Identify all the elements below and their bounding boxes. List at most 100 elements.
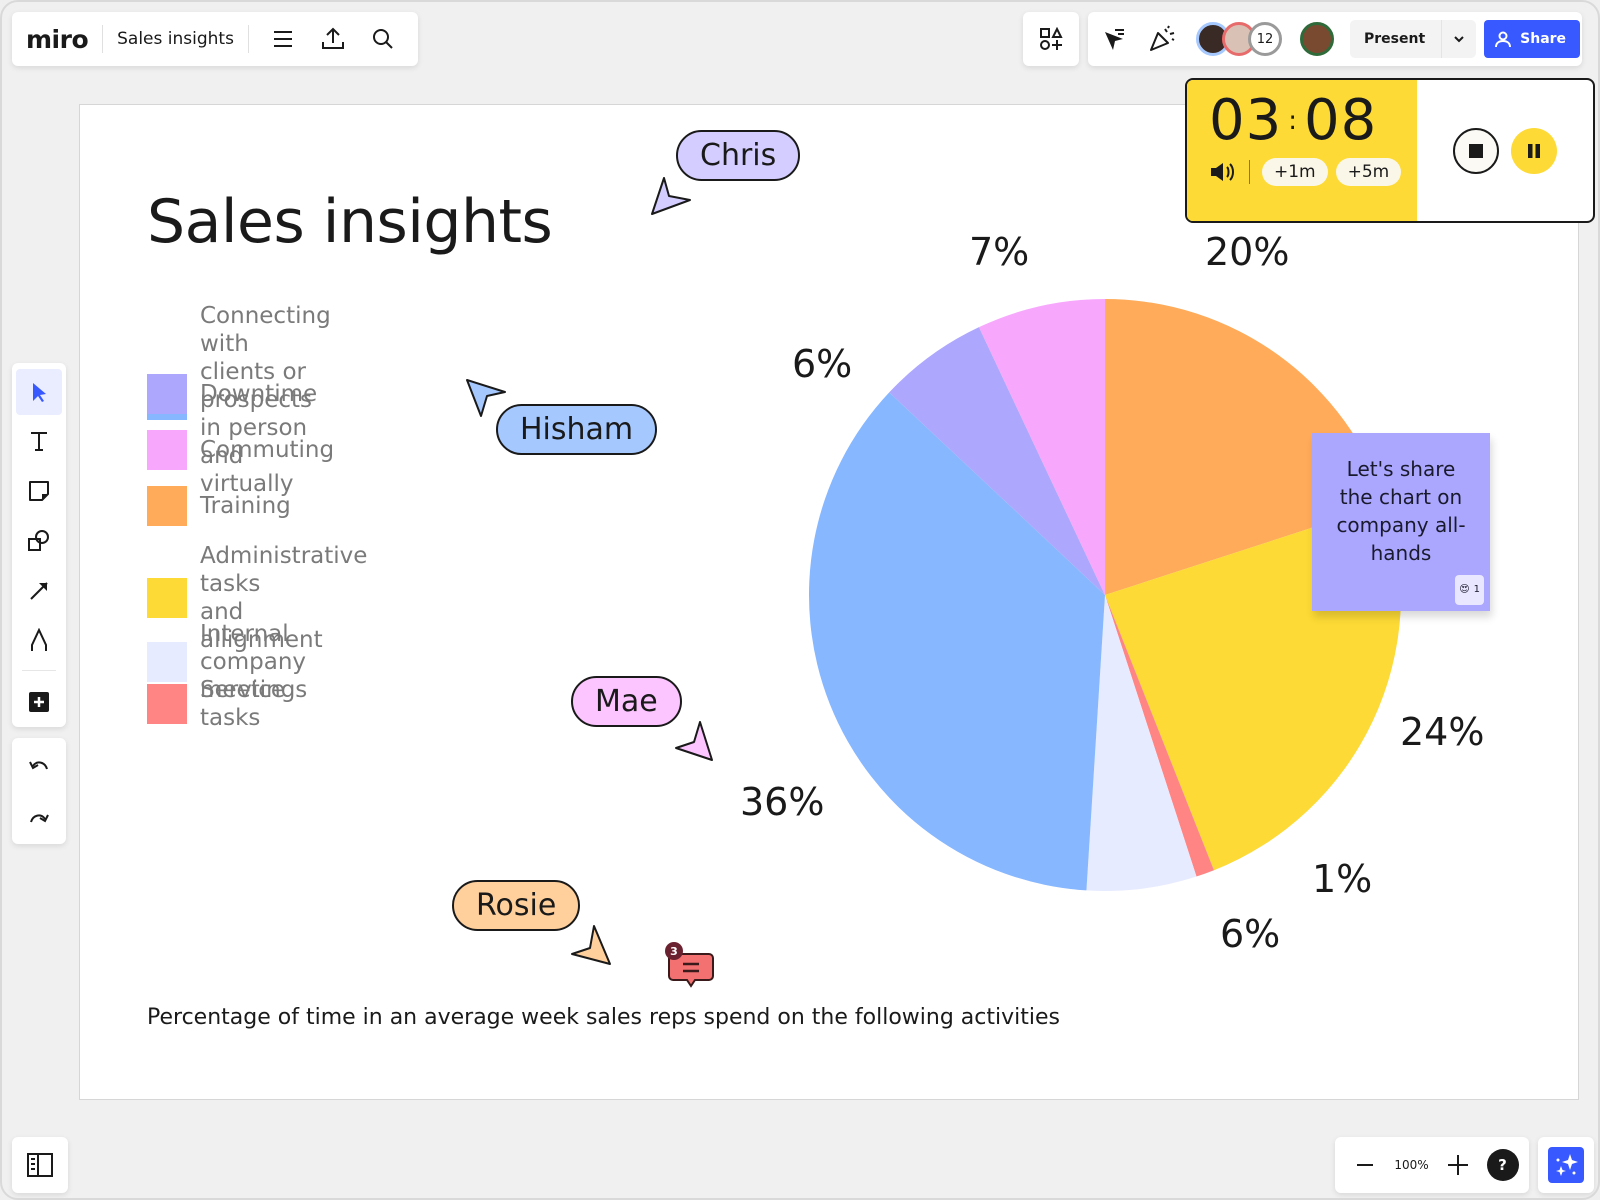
more-tools-button[interactable] — [16, 679, 62, 725]
legend-item: Service tasks — [147, 676, 285, 732]
connector-tool[interactable] — [16, 567, 62, 613]
sound-button[interactable] — [1209, 160, 1237, 184]
timer-minutes: 03 — [1209, 88, 1283, 153]
cursor-label-chris: Chris — [676, 130, 801, 181]
cursor-label-mae: Mae — [571, 676, 682, 727]
ai-assist — [1548, 1147, 1584, 1183]
reaction-count: 1 — [1473, 584, 1480, 595]
apps-button[interactable] — [1023, 12, 1079, 66]
shapes-icon — [28, 529, 49, 551]
zoom-out-button[interactable] — [1345, 1145, 1385, 1185]
heart-eyes-emoji-icon: 😍 — [1459, 584, 1470, 595]
pen-tool[interactable] — [16, 617, 62, 663]
shapes-tool[interactable] — [16, 518, 62, 564]
divider — [247, 25, 249, 53]
speaker-icon — [1211, 163, 1234, 181]
undo-icon — [29, 760, 48, 769]
add-5-minutes-button[interactable]: +5m — [1335, 158, 1402, 186]
pct-label-downtime: 6% — [792, 342, 853, 386]
board-title: Sales insights — [147, 187, 553, 257]
legend-label: Training — [200, 493, 291, 519]
follow-cursor-button[interactable] — [1094, 19, 1134, 59]
sparkles-icon — [1556, 1154, 1578, 1176]
legend-swatch — [147, 430, 187, 470]
legend-label: Service tasks — [200, 677, 286, 731]
legend-label: Commuting — [200, 437, 335, 463]
board-name[interactable]: Sales insights — [117, 29, 234, 49]
pct-label-admin: 24% — [1400, 710, 1485, 754]
text-icon — [31, 432, 47, 452]
divider — [22, 670, 56, 672]
pointer-arrow-icon — [33, 382, 46, 402]
cursor-arrow-chris-icon — [651, 177, 691, 215]
present-control: Present — [1350, 20, 1477, 58]
comment-count-badge: 3 — [665, 942, 683, 960]
reaction-badge[interactable]: 😍 1 — [1455, 575, 1484, 605]
minus-icon — [1357, 1164, 1374, 1166]
undo-button[interactable] — [16, 742, 62, 788]
cursor-arrow-rosie-icon — [571, 925, 611, 965]
ai-assist-button[interactable] — [1538, 1137, 1594, 1193]
upload-icon — [321, 27, 344, 49]
share-label: Share — [1520, 31, 1567, 47]
search-button[interactable] — [363, 19, 403, 59]
export-button[interactable] — [313, 19, 353, 59]
comment-marker[interactable]: 3 — [665, 942, 717, 994]
shapes-apps-icon — [1040, 27, 1063, 50]
creation-toolbar — [12, 363, 66, 727]
sticky-note-text: Let's share the chart on company all-han… — [1336, 457, 1466, 565]
legend-swatch — [147, 374, 187, 414]
select-tool[interactable] — [16, 369, 62, 415]
zoom-level[interactable]: 100% — [1394, 1158, 1428, 1172]
sticky-note-tool[interactable] — [16, 468, 62, 514]
user-icon — [1495, 31, 1512, 48]
stop-timer-button[interactable] — [1453, 127, 1499, 174]
history-toolbar — [12, 738, 66, 844]
celebrate-button[interactable] — [1142, 19, 1182, 59]
help-button[interactable]: ? — [1486, 1149, 1519, 1181]
zoom-controls: 100% ? — [1335, 1137, 1529, 1193]
cursor-pointer-icon — [1105, 29, 1124, 50]
sticky-note[interactable]: Let's share the chart on company all-han… — [1312, 433, 1490, 611]
frames-panel-button[interactable] — [12, 1137, 68, 1193]
zoom-in-button[interactable] — [1438, 1145, 1478, 1185]
add-1-minute-button[interactable]: +1m — [1262, 158, 1328, 186]
plus-icon — [1447, 1155, 1468, 1175]
timer-widget: 03 : 08 +1m +5m — [1185, 78, 1595, 223]
legend-item: Training — [147, 486, 291, 526]
top-left-toolbar: miro Sales insights — [12, 12, 418, 66]
text-tool[interactable] — [16, 419, 62, 465]
collaboration-toolbar: 12 Present Share — [1088, 12, 1582, 66]
divider — [102, 25, 104, 53]
legend-item: Downtime — [147, 374, 317, 414]
miro-logo[interactable]: miro — [26, 25, 89, 54]
redo-button[interactable] — [16, 795, 62, 841]
sidebar-panel-icon — [27, 1153, 53, 1177]
search-icon — [372, 29, 393, 49]
pct-label-service: 1% — [1312, 857, 1373, 901]
menu-button[interactable] — [263, 19, 303, 59]
pause-timer-button[interactable] — [1511, 127, 1557, 174]
redo-icon — [30, 813, 49, 822]
present-dropdown[interactable] — [1442, 20, 1476, 58]
pct-label-commuting: 7% — [969, 230, 1030, 274]
legend-swatch — [147, 578, 187, 618]
cursor-arrow-mae-icon — [675, 721, 713, 761]
divider — [1249, 160, 1250, 184]
legend-item: Commuting — [147, 430, 334, 470]
legend-label: Downtime — [200, 381, 318, 407]
party-popper-icon — [1150, 25, 1175, 51]
current-user-avatar[interactable] — [1300, 22, 1334, 56]
stop-icon — [1469, 143, 1483, 158]
hamburger-icon — [273, 31, 292, 47]
timer-seconds: 08 — [1304, 88, 1378, 153]
pct-label-connecting: 36% — [740, 780, 825, 824]
pen-icon — [31, 627, 47, 651]
participants[interactable]: 12 — [1196, 22, 1282, 56]
pct-label-training: 20% — [1205, 230, 1290, 274]
present-button[interactable]: Present — [1350, 20, 1443, 58]
legend-swatch — [147, 486, 187, 526]
share-button[interactable]: Share — [1484, 20, 1581, 58]
pct-label-meetings: 6% — [1220, 912, 1281, 956]
chevron-down-icon — [1454, 36, 1464, 43]
